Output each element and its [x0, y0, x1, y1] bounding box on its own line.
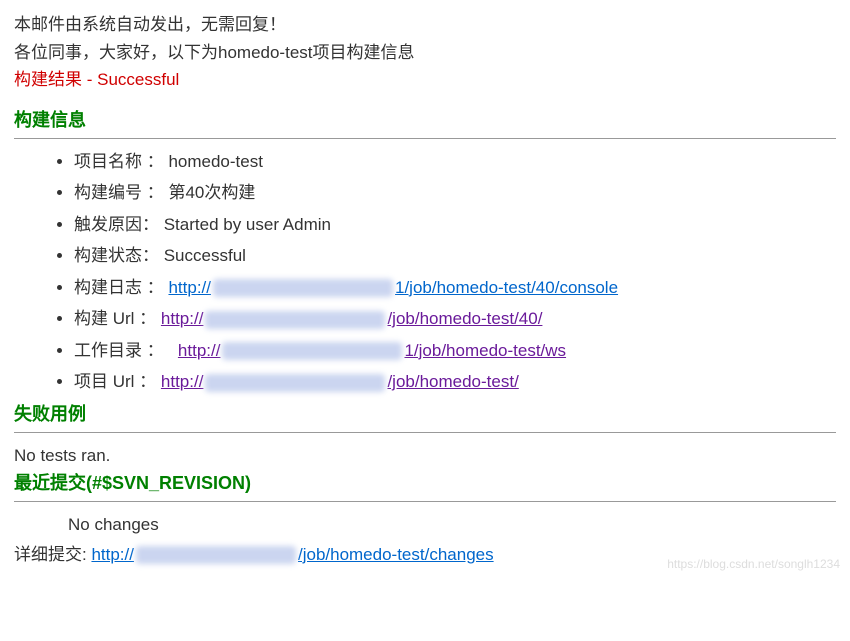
build-info-list: 项目名称 ： homedo-test 构建编号 ： 第40次构建 触发原因： S… [14, 149, 836, 395]
divider [14, 501, 836, 502]
trigger-label: 触发原因： [74, 215, 159, 234]
project-url-label: 项目 Url ： [74, 372, 156, 391]
divider [14, 432, 836, 433]
build-number-value: 第40次构建 [164, 183, 256, 202]
recent-commit-title: 最近提交(#$SVN_REVISION) [14, 470, 836, 497]
project-name-label: 项目名称 ： [74, 152, 164, 171]
build-log-link-suffix[interactable]: 1/job/homedo-test/40/console [395, 278, 618, 297]
header-line-1: 本邮件由系统自动发出，无需回复！ [14, 12, 836, 38]
build-info-title: 构建信息 [14, 107, 836, 134]
build-result: 构建结果 - Successful [14, 67, 836, 93]
list-item: 项目名称 ： homedo-test [74, 149, 836, 175]
detail-commit-link-suffix[interactable]: /job/homedo-test/changes [298, 545, 494, 564]
build-log-link-prefix[interactable]: http:// [168, 278, 211, 297]
build-log-label: 构建日志 ： [74, 278, 164, 297]
build-number-label: 构建编号 ： [74, 183, 164, 202]
list-item: 触发原因： Started by user Admin [74, 212, 836, 238]
detail-commit-link-prefix[interactable]: http:// [91, 545, 134, 564]
divider [14, 138, 836, 139]
detail-commit-label: 详细提交: [14, 545, 91, 564]
redacted-icon [205, 374, 385, 392]
project-url-link-prefix[interactable]: http:// [161, 372, 204, 391]
trigger-value: Started by user Admin [159, 215, 331, 234]
list-item: 项目 Url ： http:// /job/homedo-test/ [74, 369, 836, 395]
project-url-link-suffix[interactable]: /job/homedo-test/ [387, 372, 518, 391]
redacted-icon [136, 546, 296, 564]
email-header: 本邮件由系统自动发出，无需回复！ 各位同事，大家好，以下为homedo-test… [14, 12, 836, 93]
watermark-text: https://blog.csdn.net/songlh1234 [667, 555, 840, 573]
header-line-2: 各位同事，大家好，以下为homedo-test项目构建信息 [14, 40, 836, 66]
build-url-link-suffix[interactable]: /job/homedo-test/40/ [387, 309, 542, 328]
build-url-link-prefix[interactable]: http:// [161, 309, 204, 328]
no-tests-text: No tests ran. [14, 443, 836, 469]
failed-cases-title: 失败用例 [14, 401, 836, 428]
redacted-icon [222, 342, 402, 360]
no-changes-text: No changes [68, 512, 836, 538]
list-item: 工作目录 ： http:// 1/job/homedo-test/ws [74, 338, 836, 364]
list-item: 构建 Url ： http:// /job/homedo-test/40/ [74, 306, 836, 332]
redacted-icon [205, 311, 385, 329]
project-name-value: homedo-test [164, 152, 263, 171]
build-url-label: 构建 Url ： [74, 309, 156, 328]
workdir-label: 工作目录 ： [74, 341, 164, 360]
list-item: 构建状态： Successful [74, 243, 836, 269]
status-value: Successful [159, 246, 246, 265]
workdir-link-prefix[interactable]: http:// [178, 341, 221, 360]
workdir-link-suffix[interactable]: 1/job/homedo-test/ws [404, 341, 566, 360]
redacted-icon [213, 279, 393, 297]
list-item: 构建日志 ： http:// 1/job/homedo-test/40/conso… [74, 275, 836, 301]
status-label: 构建状态： [74, 246, 159, 265]
list-item: 构建编号 ： 第40次构建 [74, 180, 836, 206]
